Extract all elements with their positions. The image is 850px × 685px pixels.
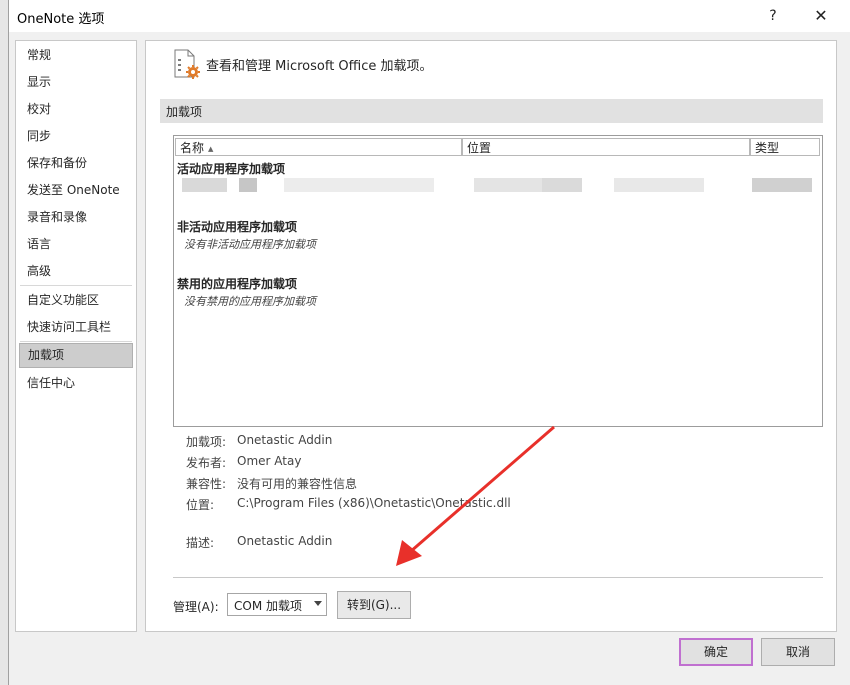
detail-compat-label: 兼容性:	[186, 477, 227, 491]
nav-item-customize-ribbon[interactable]: 自定义功能区	[19, 288, 133, 313]
cancel-button[interactable]: 取消	[761, 638, 835, 666]
table-row[interactable]	[174, 174, 822, 194]
group-disabled-empty: 没有禁用的应用程序加载项	[184, 295, 316, 308]
detail-desc-value: Onetastic Addin	[237, 534, 333, 548]
nav-item-advanced[interactable]: 高级	[19, 259, 133, 284]
chevron-down-icon	[314, 601, 322, 606]
addins-panel: 查看和管理 Microsoft Office 加载项。 加载项 名称 ▲ 位置 类…	[145, 40, 837, 632]
go-button[interactable]: 转到(G)...	[337, 591, 411, 619]
section-title: 加载项	[166, 105, 203, 119]
detail-addin-value: Onetastic Addin	[237, 433, 333, 447]
column-header-type[interactable]: 类型	[750, 138, 820, 156]
detail-addin-label: 加载项:	[186, 435, 227, 449]
nav-item-display[interactable]: 显示	[19, 70, 133, 95]
addins-list[interactable]: 名称 ▲ 位置 类型 活动应用程序加载项 非活动应用程序加载项 没有非活动应用程序…	[173, 135, 823, 427]
detail-location-label: 位置:	[186, 498, 215, 512]
manage-label: 管理(A):	[173, 600, 219, 614]
background-window-strip	[0, 0, 8, 685]
column-header-name[interactable]: 名称 ▲	[175, 138, 462, 156]
page-description: 查看和管理 Microsoft Office 加载项。	[206, 59, 433, 74]
group-inactive-empty: 没有非活动应用程序加载项	[184, 238, 316, 251]
nav-item-quick-access[interactable]: 快速访问工具栏	[19, 315, 133, 340]
options-dialog: OneNote 选项 ? ✕ 常规 显示 校对 同步 保存和备份 发送至 One…	[8, 0, 850, 685]
ok-button[interactable]: 确定	[679, 638, 753, 666]
window-title: OneNote 选项	[17, 12, 105, 27]
nav-divider	[20, 341, 132, 342]
detail-publisher-label: 发布者:	[186, 456, 227, 470]
nav-item-send-to-onenote[interactable]: 发送至 OneNote	[19, 178, 133, 203]
nav-item-language[interactable]: 语言	[19, 232, 133, 257]
nav-item-proofing[interactable]: 校对	[19, 97, 133, 122]
sort-ascending-icon: ▲	[208, 144, 214, 153]
column-name-label: 名称	[180, 141, 205, 155]
column-header-location[interactable]: 位置	[462, 138, 750, 156]
nav-divider	[20, 285, 132, 286]
nav-item-addins[interactable]: 加载项	[19, 343, 133, 368]
addins-gear-icon	[174, 49, 200, 79]
nav-item-general[interactable]: 常规	[19, 43, 133, 68]
group-disabled-title: 禁用的应用程序加载项	[177, 277, 298, 291]
detail-desc-label: 描述:	[186, 536, 215, 550]
close-button[interactable]: ✕	[801, 2, 841, 30]
help-button[interactable]: ?	[753, 2, 793, 30]
divider	[173, 577, 823, 578]
nav-item-save-backup[interactable]: 保存和备份	[19, 151, 133, 176]
detail-compat-value: 没有可用的兼容性信息	[237, 477, 358, 491]
detail-publisher-value: Omer Atay	[237, 454, 302, 468]
nav-item-audio-video[interactable]: 录音和录像	[19, 205, 133, 230]
manage-dropdown-value: COM 加载项	[234, 599, 302, 613]
title-bar: OneNote 选项 ? ✕	[9, 0, 850, 32]
nav-item-sync[interactable]: 同步	[19, 124, 133, 149]
nav-item-trust-center[interactable]: 信任中心	[19, 371, 133, 396]
group-inactive-title: 非活动应用程序加载项	[177, 220, 298, 234]
section-header: 加载项	[160, 99, 823, 123]
detail-location-value: C:\Program Files (x86)\Onetastic\Onetast…	[237, 496, 511, 510]
options-nav: 常规 显示 校对 同步 保存和备份 发送至 OneNote 录音和录像 语言 高…	[15, 40, 137, 632]
manage-dropdown[interactable]: COM 加载项	[227, 593, 327, 616]
